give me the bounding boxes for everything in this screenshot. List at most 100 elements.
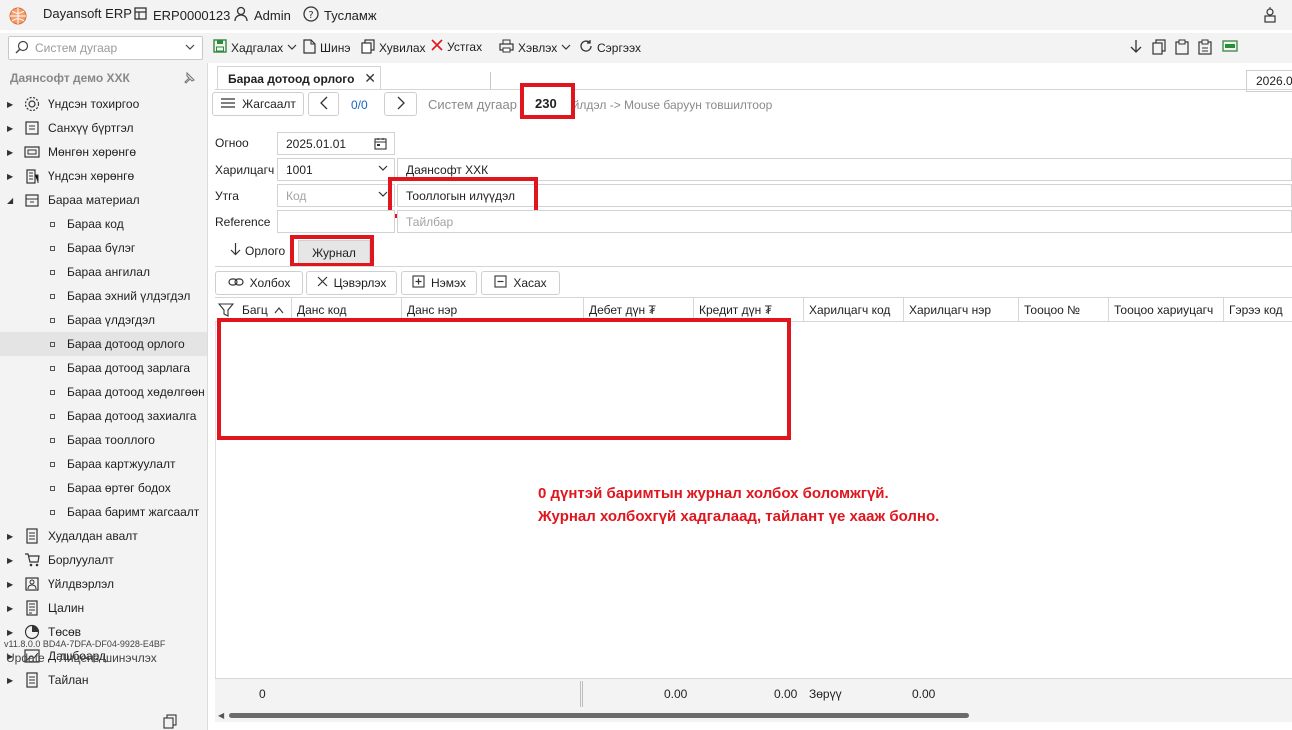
print-button[interactable]: Хэвлэх bbox=[499, 39, 571, 56]
scroll-left-icon[interactable]: ◀ bbox=[218, 711, 224, 720]
collapsed-arrow-icon[interactable]: ▶ bbox=[7, 580, 19, 589]
customer-code-select[interactable]: 1001 bbox=[277, 158, 395, 181]
robot-icon[interactable] bbox=[1262, 7, 1278, 23]
col-settlement-no[interactable]: Тооцоо № bbox=[1018, 298, 1108, 322]
footer-divider bbox=[580, 681, 581, 707]
sidebar-subitem[interactable]: Бараа баримт жагсаалт bbox=[0, 500, 207, 524]
cash-icon[interactable] bbox=[1222, 39, 1238, 53]
horizontal-scrollbar[interactable]: ◀ bbox=[215, 708, 1292, 722]
note-input[interactable]: Тайлбар bbox=[397, 210, 1292, 233]
scrollbar-thumb[interactable] bbox=[229, 713, 969, 718]
sidebar-item-label: Үндсэн тохиргоо bbox=[48, 97, 140, 111]
link-button[interactable]: Холбох bbox=[215, 271, 303, 295]
collapsed-arrow-icon[interactable]: ▶ bbox=[7, 604, 19, 613]
database-selector[interactable]: ERP0000123 bbox=[133, 6, 230, 24]
date-input[interactable]: 2025.01.01 bbox=[277, 132, 395, 155]
sidebar-item-money[interactable]: ▶ Мөнгөн хөрөнгө bbox=[0, 140, 207, 164]
col-settlement-owner[interactable]: Тооцоо хариуцагч bbox=[1108, 298, 1223, 322]
list-button[interactable]: Жагсаалт bbox=[212, 92, 304, 116]
add-button[interactable]: Нэмэх bbox=[401, 271, 477, 295]
help-menu[interactable]: ? Тусламж bbox=[303, 6, 377, 25]
pin-icon[interactable] bbox=[183, 71, 195, 87]
sidebar-subitem[interactable]: Бараа код bbox=[0, 212, 207, 236]
sidebar-subitem[interactable]: Бараа тооллого bbox=[0, 428, 207, 452]
sidebar-subitem[interactable]: Бараа дотоод орлого bbox=[0, 332, 207, 356]
collapsed-arrow-icon[interactable]: ▶ bbox=[7, 556, 19, 565]
copy-button[interactable]: Хувилах bbox=[361, 39, 426, 57]
collapsed-arrow-icon[interactable]: ▶ bbox=[7, 148, 19, 157]
sidebar-item-gear[interactable]: ▶ Үндсэн тохиргоо bbox=[0, 92, 207, 116]
update-link[interactable]: Update bbox=[6, 651, 45, 665]
inventory-icon bbox=[22, 192, 42, 208]
report-icon bbox=[22, 672, 42, 688]
previous-button[interactable] bbox=[308, 92, 339, 116]
footer-count: 0 bbox=[259, 687, 266, 701]
sidebar-item-cart[interactable]: ▶ Борлуулалт bbox=[0, 548, 207, 572]
sidebar-subitem-label: Бараа тооллого bbox=[67, 433, 155, 447]
copy-icon[interactable] bbox=[163, 714, 177, 730]
sidebar-item-report[interactable]: ▶ Тайлан bbox=[0, 668, 207, 692]
new-button[interactable]: Шинэ bbox=[303, 39, 350, 57]
tab-divider bbox=[215, 89, 1292, 90]
sidebar-item-payroll[interactable]: ▶ Цалин bbox=[0, 596, 207, 620]
sidebar-subitem[interactable]: Бараа дотоод захиалга bbox=[0, 404, 207, 428]
sidebar-item-production[interactable]: ▶ Үйлдвэрлэл bbox=[0, 572, 207, 596]
download-icon[interactable] bbox=[1129, 39, 1143, 55]
sidebar-item-inventory[interactable]: ◢ Бараа материал bbox=[0, 188, 207, 212]
copy-document-icon[interactable] bbox=[1152, 39, 1167, 55]
close-tab-icon[interactable]: ✕ bbox=[364, 70, 376, 87]
sidebar-subitem[interactable]: Бараа ангилал bbox=[0, 260, 207, 284]
sidebar-subitem[interactable]: Бараа бүлэг bbox=[0, 236, 207, 260]
sidebar-subitem[interactable]: Бараа үлдэгдэл bbox=[0, 308, 207, 332]
chevron-down-icon[interactable] bbox=[561, 41, 571, 55]
sidebar-item-ledger[interactable]: ▶ Санхүү бүртгэл bbox=[0, 116, 207, 140]
collapsed-arrow-icon[interactable]: ▶ bbox=[7, 628, 19, 637]
calendar-icon[interactable] bbox=[374, 137, 387, 153]
license-renew-link[interactable]: Лиценз шинэчлэх bbox=[59, 651, 157, 665]
sidebar-subitem[interactable]: Бараа өртөг бодох bbox=[0, 476, 207, 500]
reference-input[interactable] bbox=[277, 210, 395, 233]
collapsed-arrow-icon[interactable]: ▶ bbox=[7, 532, 19, 541]
sidebar-item-building[interactable]: ▶ Үндсэн хөрөнгө bbox=[0, 164, 207, 188]
collapsed-arrow-icon[interactable]: ▶ bbox=[7, 676, 19, 685]
sidebar-subitem[interactable]: Бараа дотоод хөдөлгөөн bbox=[0, 380, 207, 404]
col-contract-code[interactable]: Гэрээ код bbox=[1223, 298, 1292, 322]
chevron-down-icon[interactable] bbox=[378, 163, 388, 175]
sidebar-subitem[interactable]: Бараа дотоод зарлага bbox=[0, 356, 207, 380]
collapsed-arrow-icon[interactable]: ▶ bbox=[7, 124, 19, 133]
save-button[interactable]: Хадгалах bbox=[213, 39, 297, 56]
record-counter: 0/0 bbox=[351, 98, 368, 112]
footer-debit-total: 0.00 bbox=[664, 687, 688, 701]
sidebar-subitem-label: Бараа баримт жагсаалт bbox=[67, 505, 200, 519]
chevron-down-icon[interactable] bbox=[287, 41, 297, 55]
paste-icon[interactable] bbox=[1175, 39, 1190, 55]
next-button[interactable] bbox=[384, 92, 417, 116]
clear-button[interactable]: Цэвэрлэх bbox=[306, 271, 397, 295]
close-icon bbox=[317, 276, 328, 290]
title-bar: Dayansoft ERP ERP0000123 Admin ? Тусламж bbox=[0, 0, 1292, 30]
delete-button[interactable]: Устгах bbox=[431, 39, 482, 54]
sidebar-subitem-label: Бараа ангилал bbox=[67, 265, 150, 279]
main-toolbar: Систем дугаар Хадгалах Шинэ Хувилах Устг… bbox=[0, 33, 1292, 92]
collapsed-arrow-icon[interactable]: ▶ bbox=[7, 172, 19, 181]
sidebar-item-purchase[interactable]: ▶ Худалдан авалт bbox=[0, 524, 207, 548]
chevron-down-icon[interactable] bbox=[184, 41, 196, 56]
tab-income[interactable]: Орлого bbox=[230, 242, 285, 259]
expanded-arrow-icon[interactable]: ◢ bbox=[7, 196, 19, 205]
date-label: Огноо bbox=[215, 136, 249, 150]
sidebar-subitem[interactable]: Бараа картжуулалт bbox=[0, 452, 207, 476]
collapsed-arrow-icon[interactable]: ▶ bbox=[7, 100, 19, 109]
tab-document[interactable]: Бараа дотоод орлого ✕ bbox=[217, 66, 381, 90]
purpose-code-select[interactable]: Код bbox=[277, 184, 395, 207]
col-partner-name[interactable]: Харилцагч нэр bbox=[903, 298, 1018, 322]
clipboard-icon[interactable] bbox=[1198, 39, 1213, 55]
user-menu[interactable]: Admin bbox=[233, 6, 291, 25]
building-icon bbox=[22, 168, 42, 184]
remove-button[interactable]: Хасах bbox=[481, 271, 560, 295]
chevron-down-icon[interactable] bbox=[378, 189, 388, 201]
sidebar-subitem[interactable]: Бараа эхний үлдэгдэл bbox=[0, 284, 207, 308]
refresh-button[interactable]: Сэргээх bbox=[579, 39, 641, 56]
search-input[interactable]: Систем дугаар bbox=[8, 36, 203, 60]
col-partner-code[interactable]: Харилцагч код bbox=[803, 298, 903, 322]
ledger-icon bbox=[22, 120, 42, 136]
